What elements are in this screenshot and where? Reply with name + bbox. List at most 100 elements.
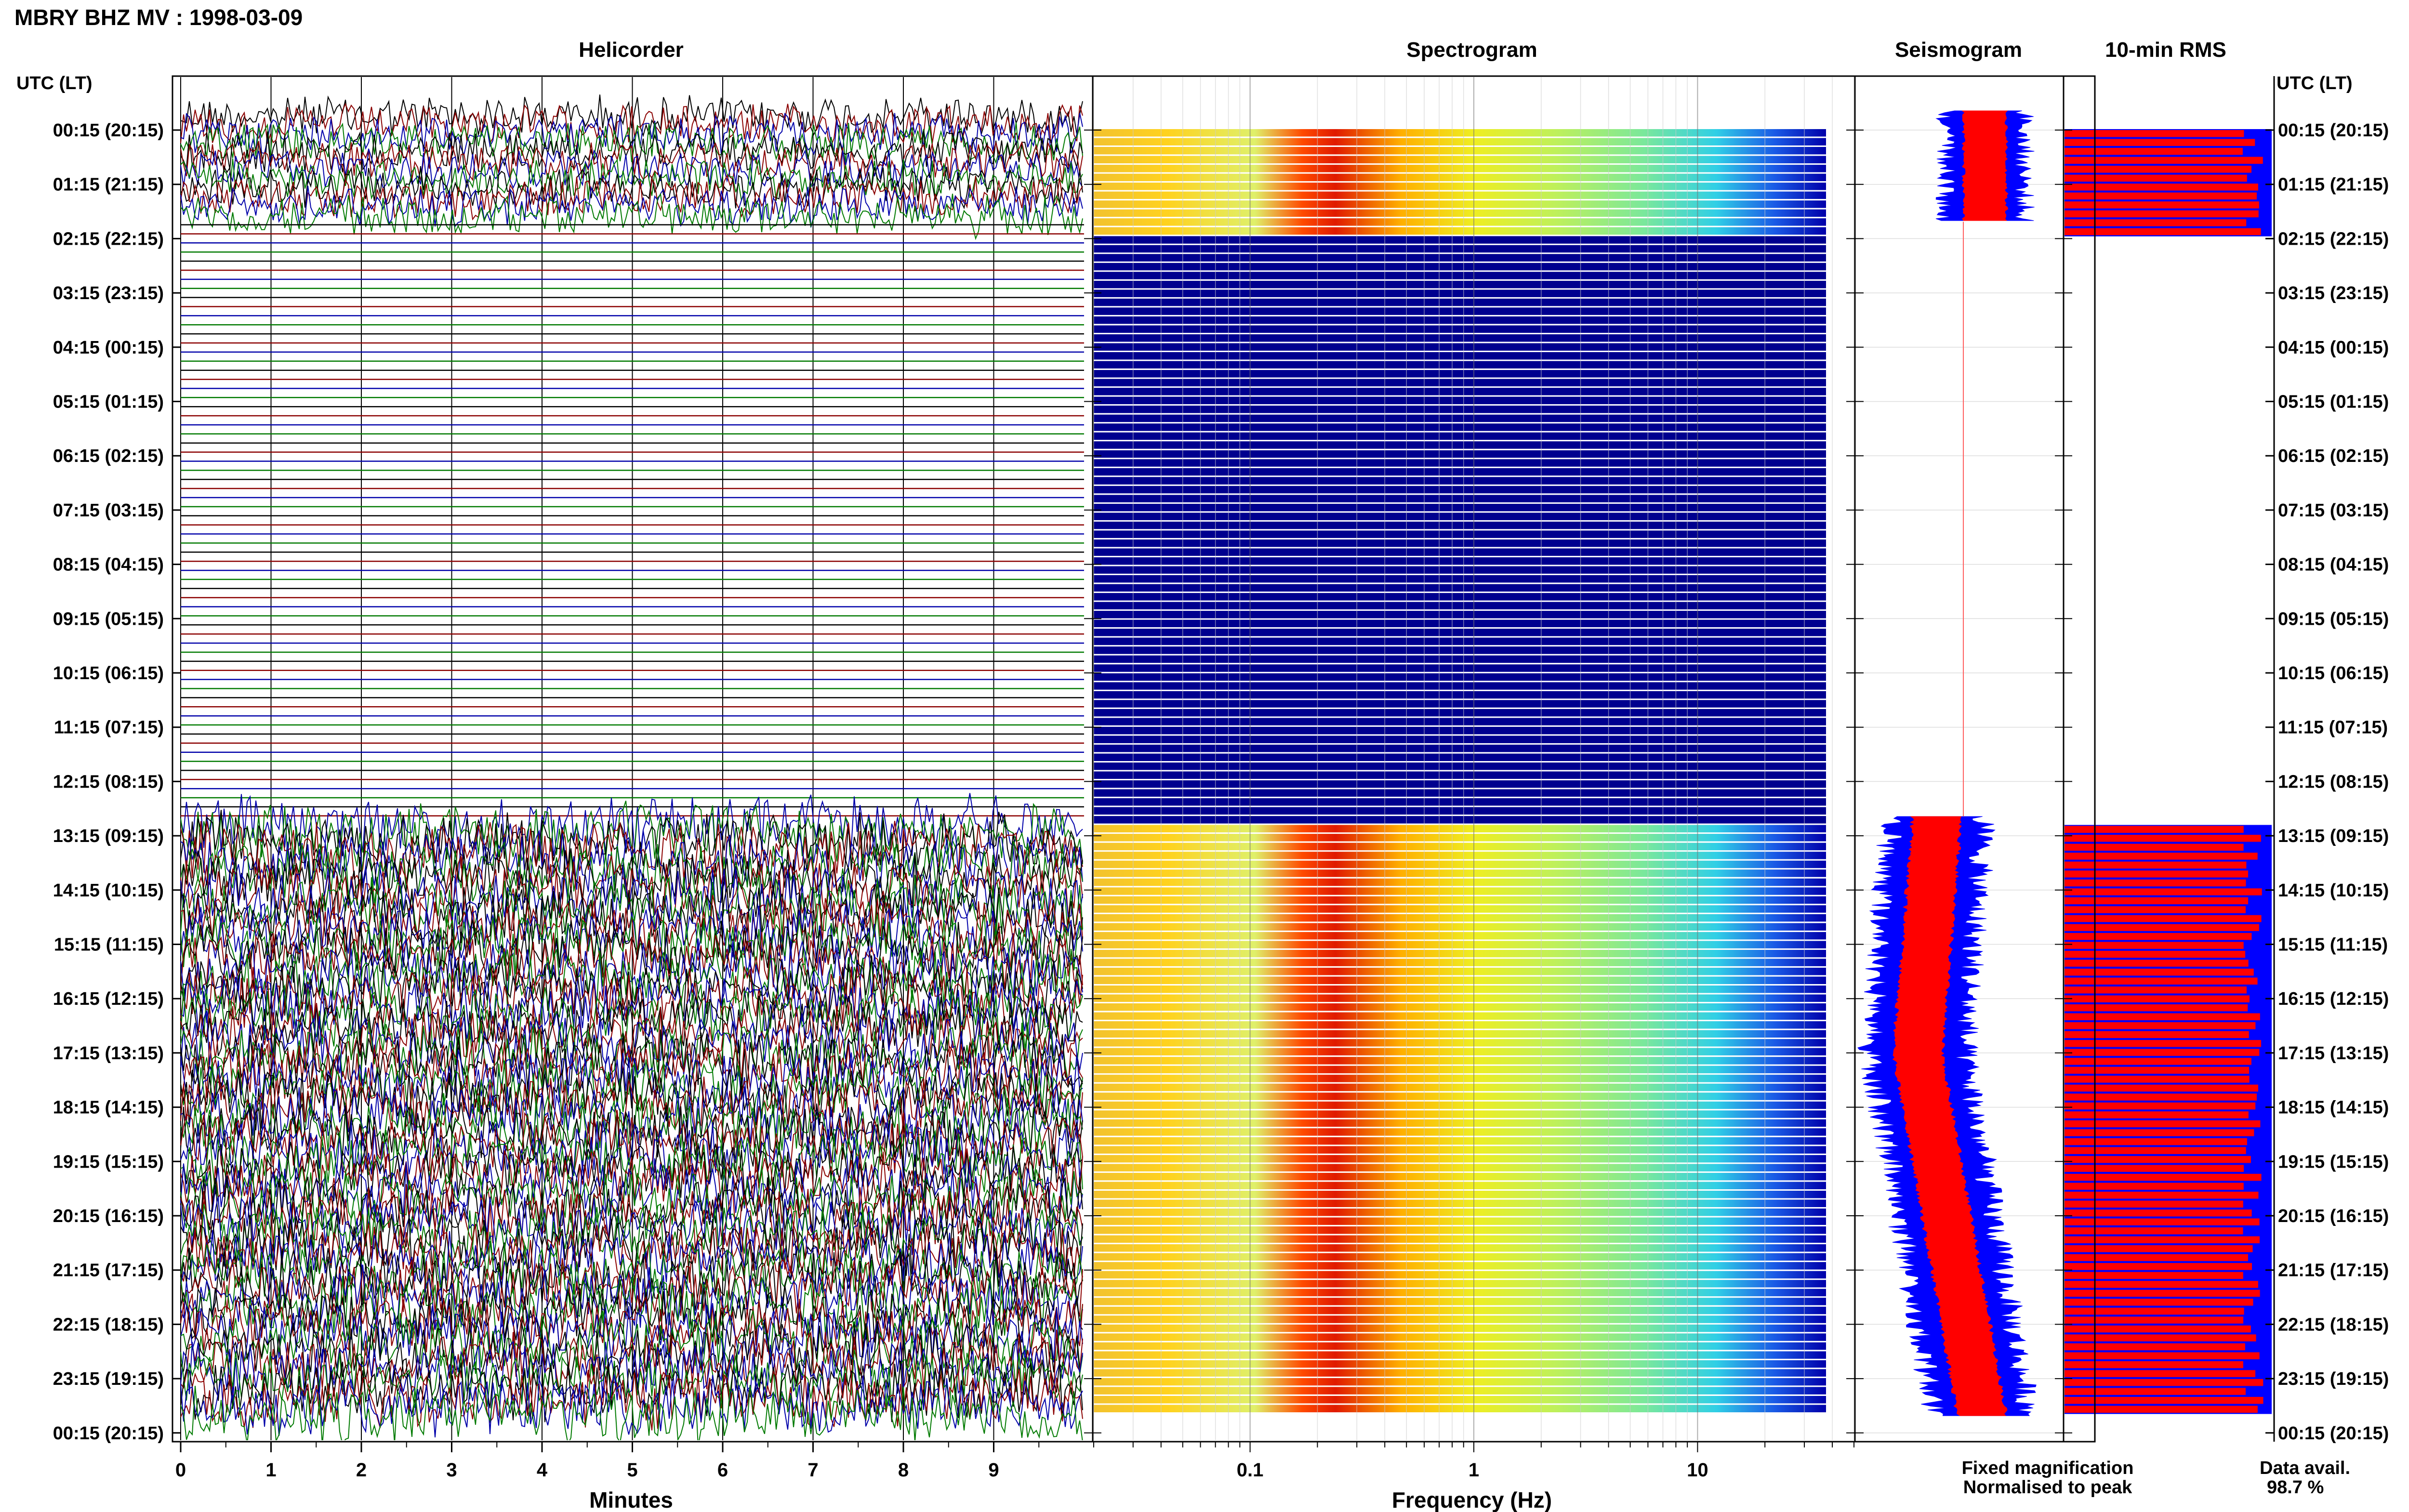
seismogram-envelope (1961, 110, 2009, 221)
spectrogram-band (1094, 860, 1826, 868)
spectrogram-band (1094, 834, 1826, 841)
spectrogram-band (1094, 771, 1826, 779)
spectrogram-band (1094, 236, 1826, 244)
spectrogram-band (1094, 646, 1826, 654)
rms-bar-normalised (2065, 201, 2259, 209)
rms-bar-normalised (2065, 942, 2244, 949)
spectrogram-band (1094, 1164, 1826, 1171)
rms-title: 10-min RMS (2105, 38, 2226, 62)
time-label: 18:15 (14:15) (2278, 1098, 2389, 1118)
spectrogram-band (1094, 1110, 1826, 1118)
spectrogram-band (1094, 1217, 1826, 1225)
rms-bar-normalised (2065, 1210, 2252, 1217)
spectrogram-band (1094, 637, 1826, 645)
time-label: 15:15 (11:15) (54, 935, 164, 955)
spectrogram-band (1094, 1128, 1826, 1136)
time-label: 12:15 (08:15) (53, 772, 164, 792)
rms-bar-normalised (2065, 1040, 2262, 1047)
rms-bar-normalised (2065, 969, 2254, 976)
spectrogram-title: Spectrogram (1406, 38, 1537, 62)
minutes-tick-label: 9 (988, 1459, 999, 1481)
minutes-tick-label: 5 (627, 1459, 637, 1481)
spectrogram-band (1094, 1324, 1826, 1332)
spectrogram-band (1094, 441, 1826, 449)
rms-bar-normalised (2065, 192, 2257, 200)
spectrogram-band (1094, 691, 1826, 699)
time-label: 17:15 (13:15) (53, 1043, 164, 1064)
rms-bar-normalised (2065, 906, 2246, 913)
spectrogram-band (1094, 1333, 1826, 1341)
spectrogram-band (1094, 914, 1826, 922)
spectrogram-band (1094, 1030, 1826, 1038)
spectrogram-band (1094, 272, 1826, 279)
minutes-tick-label: 8 (898, 1459, 909, 1481)
spectrogram-band (1094, 173, 1826, 182)
spectrogram-band (1094, 1092, 1826, 1100)
spectrogram-band (1094, 807, 1826, 815)
spectrogram-band (1094, 183, 1826, 190)
rms-bar-normalised (2065, 853, 2258, 860)
time-label: 10:15 (06:15) (53, 663, 164, 684)
spectrogram-band (1094, 423, 1826, 431)
time-label: 08:15 (04:15) (2278, 555, 2389, 575)
time-label: 00:15 (20:15) (53, 1423, 164, 1444)
spectrogram-band (1094, 1262, 1826, 1270)
minutes-tick-label: 7 (807, 1459, 818, 1481)
time-labels-right: 00:15 (20:15) 01:15 (21:15) 02:15 (22:15) 0… (2265, 120, 2389, 1444)
frequency-axis-label: Frequency (Hz) (1392, 1487, 1552, 1512)
time-label: 18:15 (14:15) (53, 1098, 164, 1118)
spectrogram-band (1094, 923, 1826, 931)
spectrogram-band (1094, 584, 1826, 592)
spectrogram-band (1094, 726, 1826, 735)
spectrogram-band (1094, 566, 1826, 574)
spectrogram-band (1094, 361, 1826, 368)
time-label: 01:15 (21:15) (2278, 175, 2389, 195)
time-label: 03:15 (23:15) (53, 283, 164, 303)
spectrogram-band (1094, 396, 1826, 405)
spectrogram-band (1094, 1075, 1826, 1082)
spectrogram-band (1094, 521, 1826, 529)
spectrogram-band (1094, 1342, 1826, 1350)
rms-bar-normalised (2065, 1093, 2257, 1101)
rms-bar-normalised (2065, 1129, 2254, 1136)
rms-bar-normalised (2065, 1084, 2258, 1092)
spectrogram-band (1094, 709, 1826, 717)
frequency-axis: 0.1 1 10 (1093, 1442, 1854, 1481)
rms-bar-normalised (2065, 148, 2243, 155)
spectrogram-band (1094, 959, 1826, 966)
spectrogram-band (1094, 593, 1826, 601)
spectrogram-band (1094, 932, 1826, 940)
frequency-tick-label: 0.1 (1237, 1459, 1264, 1481)
rms-bar-normalised (2065, 1066, 2250, 1074)
spectrogram-band (1094, 298, 1826, 306)
time-label: 08:15 (04:15) (53, 555, 164, 575)
rms-bar-normalised (2065, 1361, 2243, 1368)
rms-bar-normalised (2065, 1352, 2260, 1359)
spectrogram-band (1094, 352, 1826, 360)
rms-bar-normalised (2065, 861, 2247, 869)
spectrogram-band (1094, 388, 1826, 395)
spectrogram-band (1094, 789, 1826, 797)
time-label: 20:15 (16:15) (2278, 1206, 2389, 1226)
spectrogram-band (1094, 575, 1826, 583)
right-axis-label: UTC (LT) (2277, 73, 2353, 93)
spectrogram-band (1094, 896, 1826, 904)
time-label: 07:15 (03:15) (2278, 500, 2389, 521)
minutes-tick-label: 3 (446, 1459, 457, 1481)
rms-bar-normalised (2065, 870, 2249, 878)
time-label: 00:15 (20:15) (2278, 1423, 2389, 1444)
helicorder-panel (172, 76, 1093, 1442)
rms-bar-normalised (2065, 174, 2247, 182)
rms-bar-normalised (2065, 1245, 2253, 1252)
spectrogram-band (1094, 1226, 1826, 1234)
spectrogram-band (1094, 1235, 1826, 1243)
rms-bar-normalised (2065, 1299, 2253, 1306)
rms-bar-normalised (2065, 1316, 2244, 1324)
left-axis-label: UTC (LT) (16, 73, 93, 93)
time-label: 22:15 (18:15) (2278, 1315, 2389, 1335)
rms-bar-normalised (2065, 1147, 2246, 1154)
rms-bar-normalised (2065, 1218, 2260, 1225)
rms-bar-normalised (2065, 1388, 2246, 1395)
spectrogram-band (1094, 1288, 1826, 1297)
spectrogram-band (1094, 1369, 1826, 1377)
